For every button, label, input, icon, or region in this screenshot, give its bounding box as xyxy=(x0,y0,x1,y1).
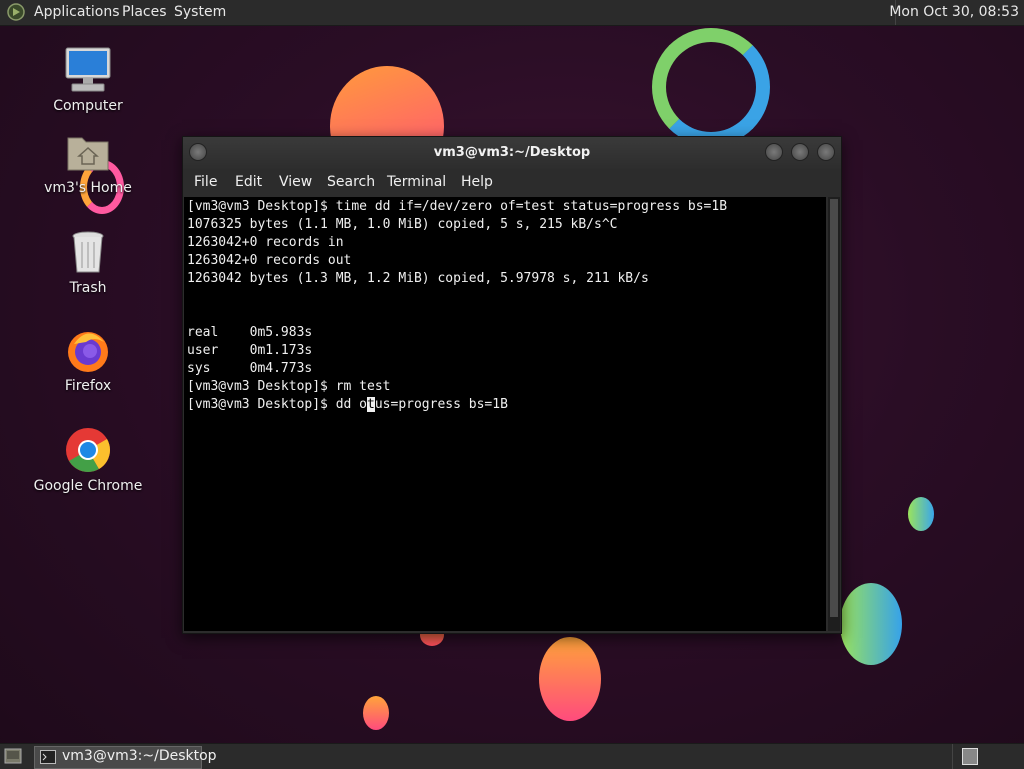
terminal-line: 1263042+0 records in xyxy=(187,235,344,250)
top-panel: Applications Places System Mon Oct 30, 0… xyxy=(0,0,1024,26)
terminal-icon xyxy=(40,750,56,764)
system-menu[interactable]: System xyxy=(174,4,226,20)
desktop-icon-label: Google Chrome xyxy=(33,478,143,494)
desktop-icon-label: vm3's Home xyxy=(44,180,132,196)
terminal-window[interactable]: vm3@vm3:~/Desktop File Edit View Search … xyxy=(182,136,842,634)
terminal-line: 1263042+0 records out xyxy=(187,253,352,268)
show-desktop-icon[interactable] xyxy=(4,748,22,764)
terminal-line: user 0m1.173s xyxy=(187,343,313,358)
terminal-menubar: File Edit View Search Terminal Help xyxy=(183,169,841,197)
terminal-line: 1263042 bytes (1.3 MB, 1.2 MiB) copied, … xyxy=(187,271,649,286)
applications-menu[interactable]: Applications xyxy=(34,4,120,20)
panel-separator xyxy=(952,744,953,769)
desktop-icon-label: Trash xyxy=(69,280,107,296)
desktop-icon-computer[interactable]: Computer xyxy=(33,46,143,114)
desktop-icon-label: Firefox xyxy=(64,378,112,394)
desktop-icon-trash[interactable]: Trash xyxy=(33,228,143,296)
terminal-line: [vm3@vm3 Desktop]$ rm test xyxy=(187,379,391,394)
command-text: [vm3@vm3 Desktop]$ dd o xyxy=(187,397,368,412)
firefox-icon xyxy=(64,326,112,374)
distro-logo-icon[interactable] xyxy=(6,3,26,21)
terminal-output[interactable]: [vm3@vm3 Desktop]$ time dd if=/dev/zero … xyxy=(184,197,826,631)
minimize-button[interactable] xyxy=(765,143,783,161)
taskbar-window-label: vm3@vm3:~/Desktop xyxy=(62,748,217,764)
bottom-panel: vm3@vm3:~/Desktop xyxy=(0,743,1024,769)
terminal-line: real 0m5.983s xyxy=(187,325,313,340)
menu-terminal[interactable]: Terminal xyxy=(387,174,446,190)
menu-file[interactable]: File xyxy=(194,174,217,190)
menu-edit[interactable]: Edit xyxy=(235,174,262,190)
wallpaper-ring xyxy=(652,28,770,146)
desktop-icon-home[interactable]: vm3's Home xyxy=(33,128,143,196)
taskbar-window-button[interactable]: vm3@vm3:~/Desktop xyxy=(34,746,217,769)
window-title: vm3@vm3:~/Desktop xyxy=(433,145,591,160)
desktop-icon-label: Computer xyxy=(53,98,123,114)
home-folder-icon xyxy=(64,128,112,176)
terminal-line: [vm3@vm3 Desktop]$ time dd if=/dev/zero … xyxy=(187,199,728,214)
places-menu[interactable]: Places xyxy=(122,4,167,20)
scrollbar-thumb[interactable] xyxy=(830,199,838,617)
maximize-button[interactable] xyxy=(791,143,809,161)
terminal-line: 1076325 bytes (1.1 MB, 1.0 MiB) copied, … xyxy=(187,217,618,232)
menu-search[interactable]: Search xyxy=(327,174,375,190)
terminal-line: sys 0m4.773s xyxy=(187,361,313,376)
chrome-icon xyxy=(64,426,112,474)
terminal-current-line[interactable]: [vm3@vm3 Desktop]$ dd otus=progress bs=1… xyxy=(187,396,508,414)
workspace-switcher[interactable] xyxy=(962,748,978,765)
desktop-icon-firefox[interactable]: Firefox xyxy=(33,326,143,394)
menu-help[interactable]: Help xyxy=(461,174,493,190)
wallpaper-bubble xyxy=(363,696,389,730)
title-bar[interactable]: vm3@vm3:~/Desktop xyxy=(183,137,841,169)
computer-icon xyxy=(64,46,112,94)
text-cursor: t xyxy=(367,397,375,412)
wallpaper-bubble xyxy=(840,583,902,665)
close-button[interactable] xyxy=(817,143,835,161)
trash-icon xyxy=(64,228,112,276)
desktop-icon-chrome[interactable]: Google Chrome xyxy=(33,426,143,494)
wallpaper-bubble xyxy=(539,637,601,721)
scrollbar[interactable] xyxy=(828,197,840,631)
clock[interactable]: Mon Oct 30, 08:53 xyxy=(889,4,1019,20)
menu-view[interactable]: View xyxy=(279,174,312,190)
command-text: us=progress bs=1B xyxy=(374,397,508,412)
wallpaper-bubble xyxy=(908,497,934,531)
